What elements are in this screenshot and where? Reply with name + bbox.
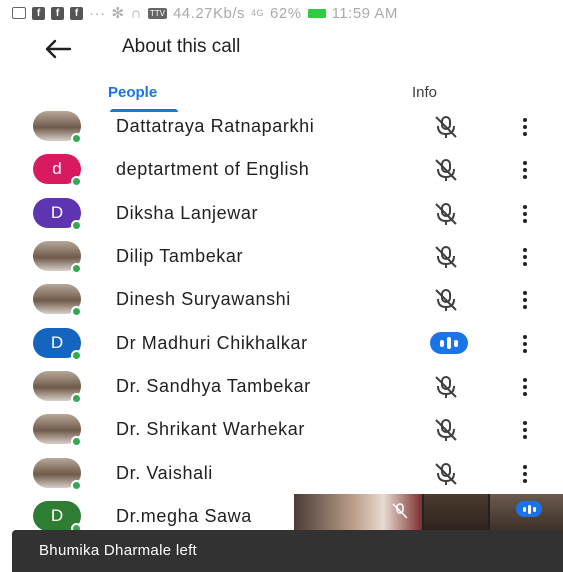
more-vert-icon[interactable] bbox=[516, 246, 534, 268]
online-status-icon bbox=[71, 133, 82, 144]
network-type: 4G bbox=[251, 8, 265, 18]
mic-off-icon bbox=[431, 287, 461, 313]
participant-row[interactable]: d deptartment of English bbox=[0, 148, 563, 191]
network-speed: 44.27Kb/s bbox=[172, 4, 246, 22]
avatar-initial: D bbox=[50, 333, 64, 352]
online-status-icon bbox=[71, 436, 82, 447]
participant-row[interactable]: Dr. Vaishali bbox=[0, 452, 563, 495]
avatar bbox=[33, 458, 82, 491]
page-title: About this call bbox=[122, 36, 241, 57]
participant-row[interactable]: D Dr Madhuri Chikhalkar bbox=[0, 322, 563, 365]
video-tile bbox=[424, 494, 488, 534]
participant-row[interactable]: Dinesh Suryawanshi bbox=[0, 278, 563, 321]
facebook-icon: f bbox=[51, 6, 64, 20]
mic-off-icon bbox=[431, 201, 461, 227]
participant-row[interactable]: Dilip Tambekar bbox=[0, 235, 563, 278]
mic-off-icon bbox=[431, 114, 461, 140]
online-status-icon bbox=[71, 393, 82, 404]
participant-name: Diksha Lanjewar bbox=[116, 203, 259, 223]
bluetooth-icon: ✻ bbox=[111, 5, 125, 22]
more-vert-icon[interactable] bbox=[516, 116, 534, 138]
ttv-icon: TTV bbox=[147, 7, 167, 19]
avatar bbox=[33, 241, 82, 274]
participant-name: Dattatraya Ratnaparkhi bbox=[116, 116, 315, 136]
mic-off-icon bbox=[431, 157, 461, 183]
avatar bbox=[33, 414, 82, 447]
status-bar: f f f ··· ✻ ∩ TTV 44.27Kb/s 4G 62% 11:59… bbox=[0, 0, 563, 26]
battery-icon bbox=[307, 8, 326, 18]
avatar: d bbox=[33, 154, 82, 187]
mic-off-icon bbox=[431, 374, 461, 400]
avatar-initial: D bbox=[50, 203, 64, 222]
more-vert-icon[interactable] bbox=[516, 203, 534, 225]
more-vert-icon[interactable] bbox=[516, 159, 534, 181]
avatar: D bbox=[33, 328, 82, 361]
participant-list: Dattatraya Ratnaparkhi d deptartment of En… bbox=[0, 105, 563, 535]
avatar-initial: d bbox=[52, 159, 62, 178]
online-status-icon bbox=[71, 480, 82, 491]
online-status-icon bbox=[71, 263, 82, 274]
speaking-indicator-icon bbox=[430, 332, 468, 354]
facebook-icon: f bbox=[32, 6, 45, 20]
tab-info[interactable]: Info bbox=[412, 84, 437, 101]
participant-name: Dr.megha Sawa bbox=[116, 506, 252, 526]
app-bar: About this call bbox=[0, 26, 563, 72]
participant-row[interactable]: Dattatraya Ratnaparkhi bbox=[0, 105, 563, 148]
arrow-back-icon[interactable] bbox=[44, 38, 72, 60]
tab-people[interactable]: People bbox=[108, 84, 157, 101]
more-vert-icon[interactable] bbox=[516, 333, 534, 355]
participant-name: Dilip Tambekar bbox=[116, 246, 244, 266]
online-status-icon bbox=[71, 176, 82, 187]
more-notifications-icon: ··· bbox=[89, 4, 106, 22]
avatar bbox=[33, 371, 82, 404]
mic-off-icon bbox=[431, 244, 461, 270]
snackbar-message: Bhumika Dharmale left bbox=[39, 542, 198, 559]
snackbar: Bhumika Dharmale left bbox=[12, 530, 563, 572]
avatar: D bbox=[33, 501, 82, 534]
online-status-icon bbox=[71, 306, 82, 317]
gallery-icon bbox=[12, 7, 26, 19]
participant-row[interactable]: D Diksha Lanjewar bbox=[0, 192, 563, 235]
online-status-icon bbox=[71, 220, 82, 231]
avatar: D bbox=[33, 198, 82, 231]
more-vert-icon[interactable] bbox=[516, 376, 534, 398]
battery-percent: 62% bbox=[270, 4, 302, 22]
participant-name: Dr. Vaishali bbox=[116, 463, 213, 483]
participant-name: Dinesh Suryawanshi bbox=[116, 289, 291, 309]
more-vert-icon[interactable] bbox=[516, 419, 534, 441]
speaking-indicator-icon bbox=[516, 501, 542, 517]
mic-off-icon bbox=[431, 417, 461, 443]
participant-name: Dr. Shrikant Warhekar bbox=[116, 419, 305, 439]
participant-name: Dr. Sandhya Tambekar bbox=[116, 376, 311, 396]
participant-name: Dr Madhuri Chikhalkar bbox=[116, 333, 308, 353]
video-preview[interactable] bbox=[294, 494, 563, 534]
clock: 11:59 AM bbox=[331, 4, 398, 22]
more-vert-icon[interactable] bbox=[516, 289, 534, 311]
participant-name: deptartment of English bbox=[116, 159, 310, 179]
headset-icon: ∩ bbox=[130, 4, 142, 22]
participant-row[interactable]: Dr. Shrikant Warhekar bbox=[0, 408, 563, 451]
avatar bbox=[33, 111, 82, 144]
avatar bbox=[33, 284, 82, 317]
more-vert-icon[interactable] bbox=[516, 463, 534, 485]
mic-off-icon bbox=[431, 461, 461, 487]
participant-row[interactable]: Dr. Sandhya Tambekar bbox=[0, 365, 563, 408]
avatar-initial: D bbox=[50, 506, 64, 525]
mic-off-icon bbox=[392, 503, 408, 519]
facebook-icon: f bbox=[70, 6, 83, 20]
online-status-icon bbox=[71, 350, 82, 361]
